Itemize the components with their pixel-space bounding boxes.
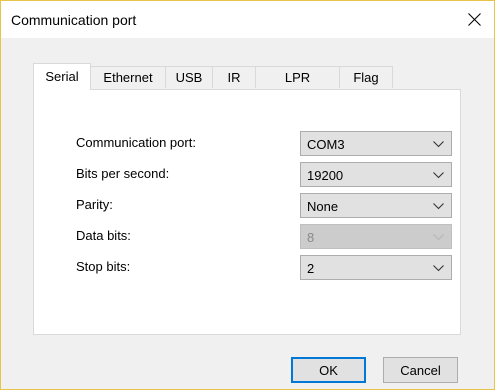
bits-per-second-value: 19200 <box>307 168 344 183</box>
close-button[interactable] <box>454 1 494 38</box>
communication-port-select[interactable]: COM3 <box>300 131 452 156</box>
communication-port-label: Communication port: <box>76 135 196 150</box>
tab-ethernet[interactable]: Ethernet <box>90 66 166 88</box>
bits-per-second-label: Bits per second: <box>76 166 170 181</box>
serial-settings-panel: Communication port: COM3 Bits per second… <box>33 89 461 335</box>
tab-label: Flag <box>353 70 379 85</box>
title-bar: Communication port <box>1 1 494 38</box>
dialog-body: Serial Ethernet USB IR LPR Flag Communic… <box>1 38 494 389</box>
parity-label: Parity: <box>76 197 113 212</box>
data-bits-value: 8 <box>307 230 315 245</box>
stop-bits-label: Stop bits: <box>76 259 131 274</box>
dialog-window: Communication port Serial Ethernet USB I… <box>0 0 495 390</box>
chevron-down-icon <box>433 265 444 272</box>
tab-usb[interactable]: USB <box>165 66 213 88</box>
tab-label: Serial <box>45 69 79 84</box>
chevron-down-icon <box>433 203 444 210</box>
ok-button[interactable]: OK <box>291 357 366 383</box>
communication-port-value: COM3 <box>307 137 345 152</box>
tab-label: Ethernet <box>103 70 153 85</box>
tab-lpr[interactable]: LPR <box>255 66 340 88</box>
cancel-button[interactable]: Cancel <box>383 357 458 383</box>
parity-select[interactable]: None <box>300 193 452 218</box>
stop-bits-select[interactable]: 2 <box>300 255 452 280</box>
window-title: Communication port <box>11 12 137 28</box>
stop-bits-value: 2 <box>307 261 315 276</box>
data-bits-select: 8 <box>300 224 452 249</box>
tab-flag[interactable]: Flag <box>339 66 393 88</box>
chevron-down-icon <box>433 234 444 241</box>
bits-per-second-select[interactable]: 19200 <box>300 162 452 187</box>
tab-label: IR <box>227 70 241 85</box>
tab-label: USB <box>175 70 203 85</box>
tab-ir[interactable]: IR <box>212 66 256 88</box>
tab-label: LPR <box>284 70 311 85</box>
close-icon <box>467 13 481 26</box>
tab-serial[interactable]: Serial <box>33 63 91 90</box>
data-bits-label: Data bits: <box>76 228 131 243</box>
parity-value: None <box>307 199 339 214</box>
chevron-down-icon <box>433 172 444 179</box>
chevron-down-icon <box>433 141 444 148</box>
